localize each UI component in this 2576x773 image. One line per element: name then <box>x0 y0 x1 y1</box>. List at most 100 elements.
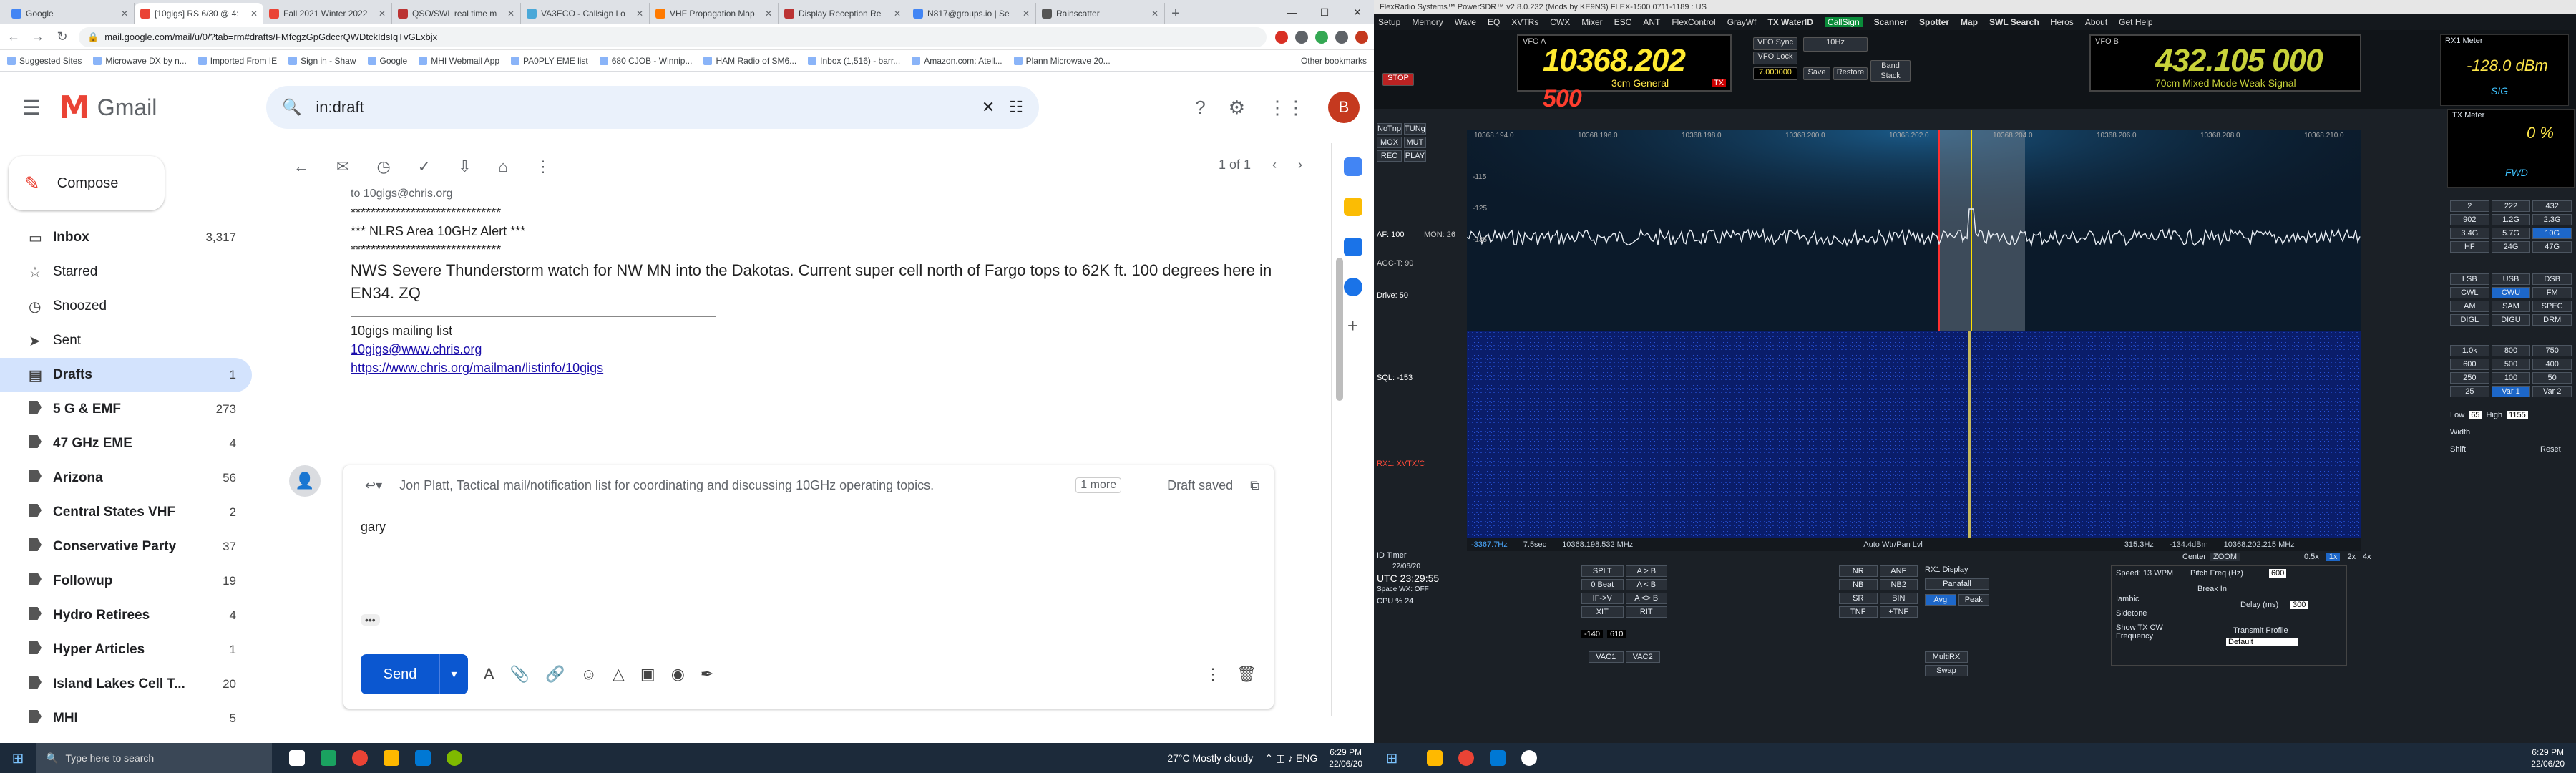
tab-close-icon[interactable]: ✕ <box>379 9 386 19</box>
extension-icon[interactable] <box>1335 30 1348 44</box>
sdr-menu-item[interactable]: Map <box>1961 17 1978 27</box>
band-button[interactable]: 222 <box>2491 200 2531 212</box>
sdr-menu-item[interactable]: Get Help <box>2119 17 2152 27</box>
menu-icon[interactable]: ☰ <box>14 96 49 120</box>
dsp-button[interactable]: NB <box>1839 579 1878 590</box>
browser-tab[interactable]: Rainscatter ✕ <box>1036 3 1165 24</box>
center-button[interactable]: Center <box>2182 553 2206 561</box>
calendar-icon[interactable] <box>1343 157 1362 176</box>
browser-tab[interactable]: VHF Propagation Map ✕ <box>650 3 779 24</box>
bookmark-item[interactable]: Sign in - Shaw <box>288 56 356 66</box>
drive-level[interactable]: Drive: 50 <box>1377 291 1408 300</box>
attach-icon[interactable]: 📎 <box>510 665 530 684</box>
sdr-menu-item[interactable]: TX WaterID <box>1767 17 1813 27</box>
task-view-icon[interactable] <box>289 750 305 766</box>
iambic-checkbox[interactable]: Iambic <box>2116 595 2139 603</box>
dsp-button[interactable]: TNF <box>1839 606 1878 618</box>
sdr-menu-item[interactable]: EQ <box>1488 17 1500 27</box>
mode-button[interactable]: LSB <box>2450 273 2489 285</box>
band-button[interactable]: 902 <box>2450 214 2489 225</box>
sidebar-item-47-ghz-eme[interactable]: 47 GHz EME 4 <box>0 427 252 461</box>
mode-button[interactable]: SPEC <box>2532 301 2572 312</box>
sdr-menu-item[interactable]: FlexControl <box>1672 17 1715 27</box>
label-icon[interactable]: ⌂ <box>499 157 508 176</box>
snooze-icon[interactable]: ◷ <box>376 157 390 176</box>
url-field[interactable]: 🔒 mail.google.com/mail/u/0/?tab=rm#draft… <box>79 26 1267 47</box>
windows-start-icon[interactable]: ⊞ <box>0 749 36 767</box>
filter-button[interactable]: Var 1 <box>2491 386 2531 397</box>
tab-close-icon[interactable]: ✕ <box>894 9 901 19</box>
reply-recipients[interactable]: Jon Platt, Tactical mail/notification li… <box>399 478 1058 493</box>
mode-button[interactable]: CWL <box>2450 287 2489 298</box>
bookmark-item[interactable]: Amazon.com: Atell... <box>912 56 1002 66</box>
bookmark-item[interactable]: Plann Microwave 20... <box>1013 56 1111 66</box>
extension-icon[interactable] <box>1295 30 1308 44</box>
dsp-button[interactable]: NR <box>1839 565 1878 577</box>
sdr-menu-item[interactable]: SWL Search <box>1989 17 2039 27</box>
format-icon[interactable]: A <box>484 665 494 684</box>
reply-all-icon[interactable]: ↩▾ <box>365 478 382 493</box>
sdr-menu-item[interactable]: Mixer <box>1581 17 1602 27</box>
show-cw-checkbox[interactable]: Show TX CW Frequency <box>2116 623 2180 641</box>
close-icon[interactable]: ✕ <box>1341 0 1374 24</box>
zoom-option[interactable]: 4x <box>2363 553 2371 561</box>
filter-button[interactable]: 25 <box>2450 386 2489 397</box>
reload-icon[interactable]: ↻ <box>54 29 70 44</box>
xit-value[interactable]: -140 <box>1581 630 1604 638</box>
sdr-menu-item[interactable]: CWX <box>1550 17 1570 27</box>
extension-icon[interactable] <box>1275 30 1288 44</box>
dsp-button[interactable]: ANF <box>1879 565 1918 577</box>
back-icon[interactable]: ← <box>6 29 21 44</box>
mode-button[interactable]: FM <box>2532 287 2572 298</box>
explorer-icon[interactable] <box>384 750 399 766</box>
clock[interactable]: 6:29 PM 22/06/20 <box>2531 747 2565 769</box>
band-button[interactable]: 432 <box>2532 200 2572 212</box>
chrome-icon[interactable] <box>352 750 368 766</box>
bookmark-item[interactable]: HAM Radio of SM6... <box>703 56 796 66</box>
bookmark-item[interactable]: Microwave DX by n... <box>93 56 187 66</box>
move-to-icon[interactable]: ⇩ <box>458 157 471 176</box>
high-value[interactable]: 1155 <box>2507 411 2528 419</box>
browser-tab[interactable]: VA3ECO - Callsign Lo ✕ <box>521 3 650 24</box>
filter-button[interactable]: 600 <box>2450 359 2489 370</box>
vfo-a[interactable]: VFO A 10368.202 500 3cm General TX <box>1517 34 1732 112</box>
send-options-icon[interactable]: ▾ <box>439 654 468 694</box>
mode-button[interactable]: DIGL <box>2450 314 2489 326</box>
tray-icons[interactable]: ⌃ ◫ ♪ ENG <box>1264 752 1317 764</box>
search-input[interactable]: in:draft <box>316 98 967 117</box>
band-button[interactable]: 2.3G <box>2532 214 2572 225</box>
mon-level[interactable]: MON: 26 <box>1424 230 1455 239</box>
dsp-button[interactable]: SR <box>1839 593 1878 604</box>
list-email-link[interactable]: 10gigs@www.chris.org <box>351 342 482 356</box>
display-mode[interactable]: Panafall <box>1925 578 1989 590</box>
settings-gear-icon[interactable]: ⚙ <box>1229 97 1245 119</box>
sdr-menu-item[interactable]: Heros <box>2051 17 2074 27</box>
sql-level[interactable]: SQL: -153 <box>1377 374 1413 382</box>
split-button[interactable]: IF->V <box>1581 593 1624 604</box>
browser-tab[interactable]: Display Reception Re ✕ <box>779 3 907 24</box>
app-icon[interactable] <box>447 750 462 766</box>
prev-icon[interactable]: ‹ <box>1272 157 1277 172</box>
tune-step[interactable]: 10Hz <box>1803 37 1868 52</box>
zoom-button[interactable]: ZOOM <box>2210 553 2240 561</box>
filter-button[interactable]: 400 <box>2532 359 2572 370</box>
search-options-icon[interactable]: ☷ <box>1009 98 1023 117</box>
sdr-menu-item[interactable]: GrayWf <box>1727 17 1757 27</box>
sdr-control-button[interactable]: PLAY <box>1404 150 1426 162</box>
sdr-menu-item[interactable]: Scanner <box>1874 17 1908 27</box>
split-button[interactable]: SPLT <box>1581 565 1624 577</box>
bookmark-item[interactable]: Google <box>367 56 407 66</box>
browser-tab[interactable]: QSO/SWL real time m ✕ <box>392 3 521 24</box>
restore-button[interactable]: Restore <box>1833 67 1868 80</box>
avg-button[interactable]: Avg <box>1925 594 1956 606</box>
shift-label[interactable]: Shift <box>2450 445 2466 454</box>
sdr-control-button[interactable]: NoTnp <box>1377 123 1402 135</box>
reset-button[interactable]: Reset <box>2540 445 2561 454</box>
search-bar[interactable]: 🔍 in:draft ✕ ☷ <box>266 86 1039 129</box>
filter-button[interactable]: 500 <box>2491 359 2531 370</box>
sidebar-item-mhi[interactable]: MHI 5 <box>0 701 252 736</box>
split-button[interactable]: A <> B <box>1625 593 1667 604</box>
sidebar-item-conservative-party[interactable]: Conservative Party 37 <box>0 530 252 564</box>
browser-tab[interactable]: [10gigs] RS 6/30 @ 4: ✕ <box>135 3 263 24</box>
dsp-button[interactable]: NB2 <box>1879 579 1918 590</box>
